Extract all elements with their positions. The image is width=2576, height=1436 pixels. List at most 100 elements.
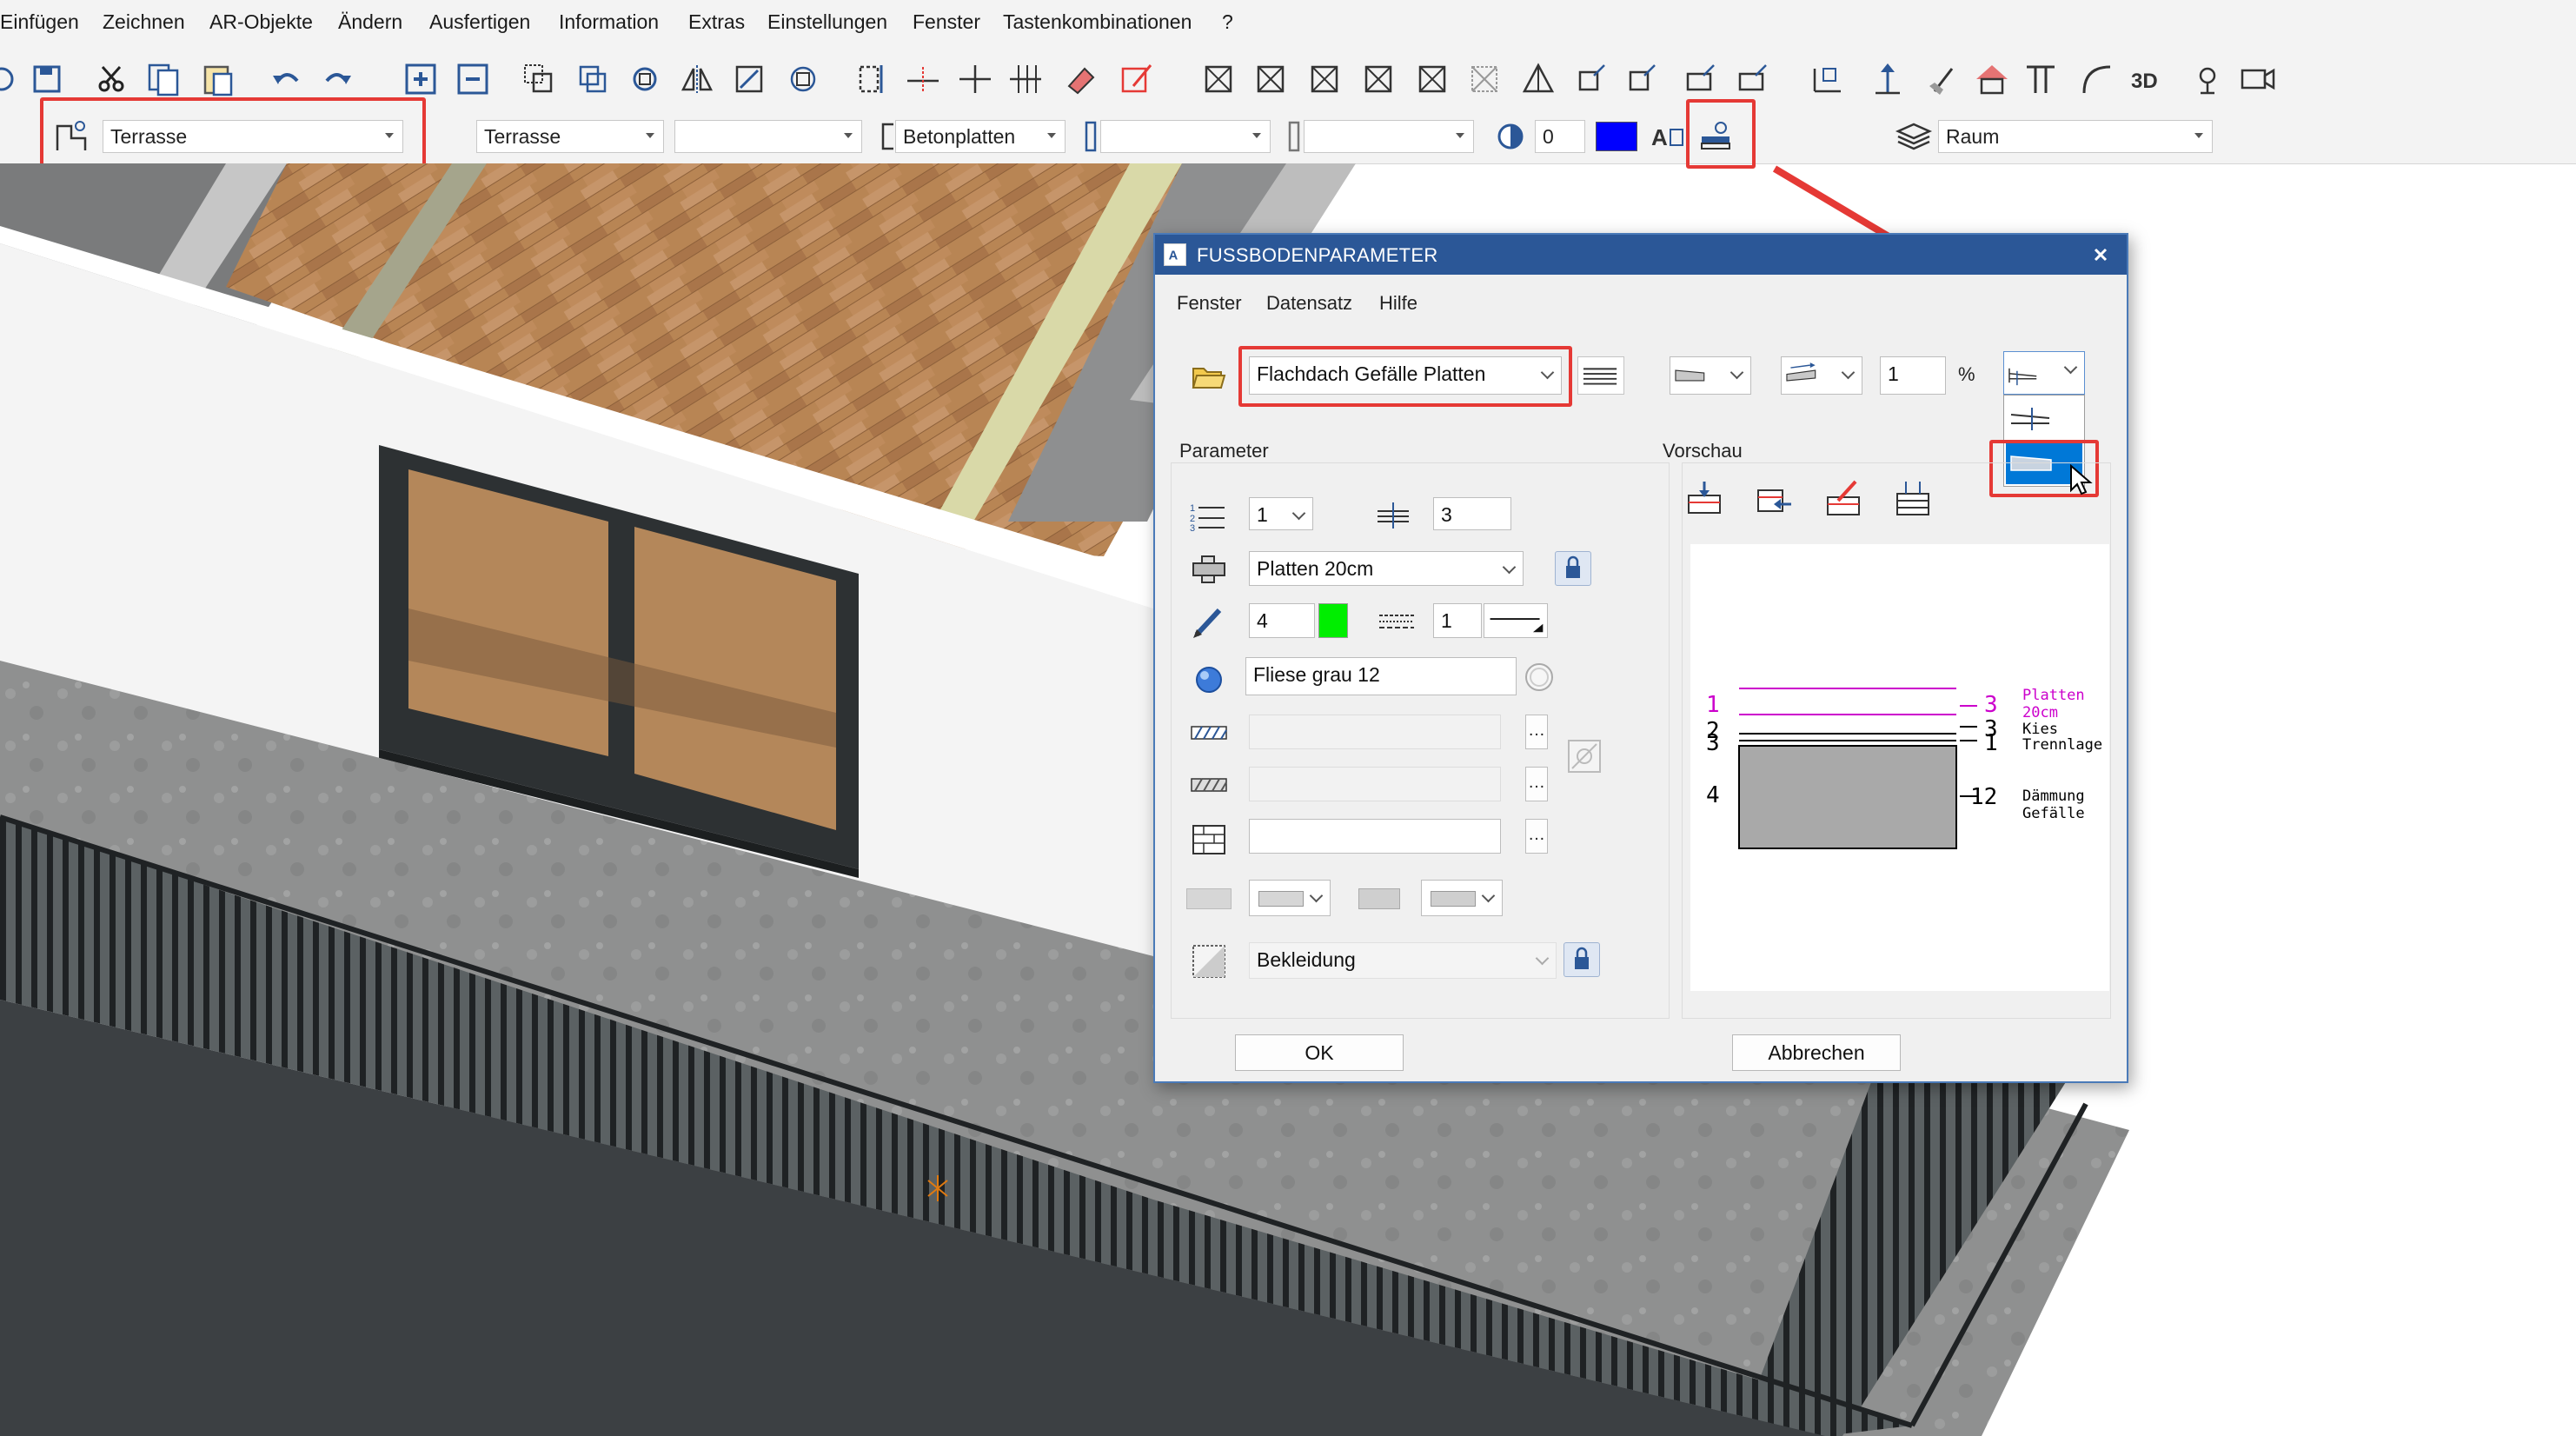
box-arrow-2-icon[interactable] (1622, 60, 1660, 98)
finish-select[interactable]: Bekleidung (1249, 942, 1557, 979)
layer-index-select[interactable]: 1 (1249, 497, 1313, 530)
cancel-button[interactable]: Abbrechen (1732, 1034, 1901, 1071)
box-5-icon[interactable] (1413, 60, 1451, 98)
multi-divide-icon[interactable] (1006, 60, 1045, 98)
align-icon[interactable] (853, 60, 892, 98)
layer-icon[interactable] (1895, 117, 1933, 156)
line-style-select[interactable] (1484, 603, 1548, 638)
menu-einfuegen[interactable]: Einfügen (0, 10, 79, 34)
folder-open-icon[interactable] (1190, 362, 1228, 393)
surface-fill-select[interactable] (1421, 880, 1503, 916)
menu-help[interactable]: ? (1222, 10, 1233, 34)
save-icon[interactable] (28, 60, 66, 98)
slope-shape-select[interactable] (1670, 356, 1751, 395)
pattern-browse-button[interactable]: … (1525, 767, 1548, 801)
preview-tool-1-icon[interactable] (1685, 478, 1723, 520)
fill-style-icon[interactable] (1565, 737, 1603, 775)
open-icon[interactable] (0, 60, 24, 98)
box-1-icon[interactable] (1199, 60, 1238, 98)
copy-object-icon[interactable] (520, 60, 558, 98)
cut-icon[interactable] (92, 60, 130, 98)
material-select[interactable]: Platten 20cm (1249, 551, 1524, 586)
hatch-input[interactable] (1249, 715, 1501, 749)
roof-icon[interactable] (1973, 60, 2011, 98)
empty-select[interactable] (674, 120, 862, 153)
material-select[interactable]: Betonplatten (895, 120, 1066, 153)
surface-line-select[interactable] (1249, 880, 1331, 916)
box-arrow-1-icon[interactable] (1571, 60, 1610, 98)
3d-view-icon[interactable]: 3D (2129, 60, 2168, 98)
column-icon[interactable] (2022, 60, 2060, 98)
menu-information[interactable]: Information (559, 10, 659, 34)
layer-select[interactable]: Raum (1938, 120, 2213, 153)
line-select[interactable] (1100, 120, 1271, 153)
color-wheel-icon[interactable] (1491, 117, 1530, 156)
paste-icon[interactable] (198, 60, 236, 98)
broom-icon[interactable] (1924, 60, 1962, 98)
modify-points-icon[interactable] (784, 60, 822, 98)
pattern-input[interactable] (1249, 767, 1501, 801)
menu-ar-objekte[interactable]: AR-Objekte (209, 10, 313, 34)
dialog-menu-datensatz[interactable]: Datensatz (1266, 292, 1352, 315)
light-icon[interactable] (2188, 60, 2227, 98)
zoom-in-icon[interactable] (402, 60, 440, 98)
slope-mode-option-1[interactable] (2006, 399, 2082, 439)
pen-color-swatch[interactable] (1318, 603, 1348, 638)
surface-input[interactable]: Fliese grau 12 (1245, 657, 1517, 695)
mirror-icon[interactable] (678, 60, 716, 98)
menu-zeichnen[interactable]: Zeichnen (103, 10, 185, 34)
text-style-icon[interactable]: A (1650, 117, 1688, 156)
close-icon[interactable] (2085, 240, 2116, 269)
section-icon[interactable] (1808, 60, 1846, 98)
pattern-select[interactable] (1304, 120, 1474, 153)
surface-browse-icon[interactable] (1520, 659, 1558, 695)
distort-icon[interactable] (730, 60, 768, 98)
layer-count-input[interactable]: 3 (1433, 497, 1511, 530)
duplicate-icon[interactable] (574, 60, 612, 98)
hatch-browse-button[interactable]: … (1525, 715, 1548, 749)
menu-aendern[interactable]: Ändern (338, 10, 402, 34)
dialog-menu-hilfe[interactable]: Hilfe (1379, 292, 1417, 315)
dialog-menu-fenster[interactable]: Fenster (1177, 292, 1242, 315)
name-select[interactable]: Terrasse (476, 120, 664, 153)
preview-tool-3-icon[interactable] (1824, 478, 1862, 520)
box-arrow-4-icon[interactable] (1733, 60, 1771, 98)
fill-browse-button[interactable]: … (1525, 819, 1548, 854)
camera-icon[interactable] (2239, 60, 2277, 98)
pen-input[interactable]: 4 (1249, 603, 1315, 638)
eraser-icon[interactable] (1062, 60, 1100, 98)
value-input[interactable]: 0 (1535, 120, 1585, 153)
arc-icon[interactable] (2077, 60, 2115, 98)
layer-lines-icon[interactable] (1577, 356, 1624, 395)
elevation-icon[interactable] (1869, 60, 1907, 98)
menu-ausfertigen[interactable]: Ausfertigen (429, 10, 530, 34)
slope-direction-select[interactable] (1781, 356, 1862, 395)
pyramid-icon[interactable] (1519, 60, 1557, 98)
box-6-icon[interactable] (1465, 60, 1504, 98)
undo-icon[interactable] (268, 60, 306, 98)
intersect-icon[interactable] (956, 60, 994, 98)
preview-tool-4-icon[interactable] (1894, 478, 1932, 520)
menu-tastenkombinationen[interactable]: Tastenkombinationen (1003, 10, 1192, 34)
box-2-icon[interactable] (1251, 60, 1290, 98)
fill-input[interactable] (1249, 819, 1501, 854)
box-arrow-3-icon[interactable] (1681, 60, 1719, 98)
finish-lock-icon[interactable] (1564, 942, 1600, 977)
slope-mode-select[interactable] (2003, 351, 2085, 395)
zoom-out-icon[interactable] (454, 60, 492, 98)
modify-properties-icon[interactable] (1118, 60, 1156, 98)
divide-line-icon[interactable] (904, 60, 942, 98)
material-lock-icon[interactable] (1555, 551, 1591, 586)
box-4-icon[interactable] (1359, 60, 1398, 98)
slope-value-input[interactable]: 1 (1880, 356, 1946, 395)
ok-button[interactable]: OK (1235, 1034, 1404, 1071)
copy-icon[interactable] (144, 60, 183, 98)
rotate-icon[interactable] (626, 60, 664, 98)
line-type-input[interactable]: 1 (1433, 603, 1482, 638)
box-3-icon[interactable] (1305, 60, 1344, 98)
menu-einstellungen[interactable]: Einstellungen (767, 10, 887, 34)
preview-tool-2-icon[interactable] (1755, 478, 1793, 520)
menu-fenster[interactable]: Fenster (913, 10, 980, 34)
menu-extras[interactable]: Extras (688, 10, 745, 34)
color-swatch[interactable] (1596, 122, 1637, 151)
